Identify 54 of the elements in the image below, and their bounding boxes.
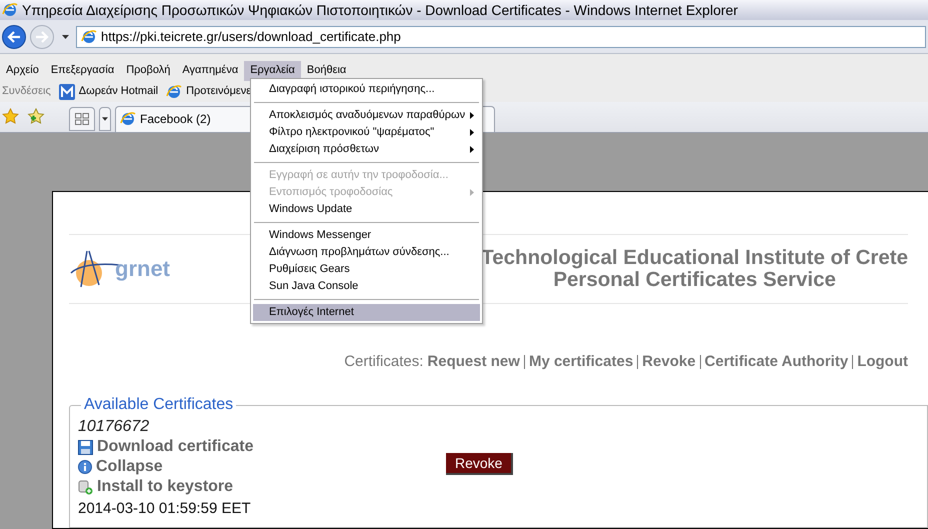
browser-icon [166,84,182,100]
nav-link[interactable]: Certificate Authority [704,350,848,374]
nav-link[interactable]: Revoke [642,350,696,374]
service-heading: Personal Certificates Service [553,268,836,291]
quick-tabs-button[interactable] [69,106,95,131]
menu-item[interactable]: Διαχείριση πρόσθετων [253,141,480,158]
browser-icon [2,2,18,18]
menu-item[interactable]: Διαγραφή ιστορικού περιήγησης... [253,81,480,98]
certificate-action-link[interactable]: Install to keystore [78,477,446,498]
favorite-link[interactable]: Δωρεάν Hotmail [58,83,158,100]
certificate-action-link[interactable]: Download certificate [78,437,446,458]
revoke-button[interactable]: Revoke [446,453,514,476]
database-add-icon [78,480,93,495]
menu-item[interactable]: Αποκλεισμός αναδυόμενων παραθύρων [253,107,480,124]
caret-icon [102,116,108,121]
certificate-action-link[interactable]: Collapse [78,457,446,478]
window-title: Υπηρεσία Διαχείρισης Προσωπικών Ψηφιακών Πιστοποιητικών - Download Certificates - Windows Internet Explorer [22,0,738,20]
logo-text: grnet [115,255,170,284]
menu-bar-item[interactable]: Αγαπημένα [176,60,244,81]
menu-item[interactable]: Διάγνωση προβλημάτων σύνδεσης... [253,244,480,261]
forward-arrow-icon [35,30,49,43]
info-icon [78,460,92,474]
certificate-id: 10176672 [78,417,150,438]
menu-item[interactable]: Windows Messenger [253,227,480,244]
menu-bar-item[interactable]: Εργαλεία [244,60,301,81]
nav-label: Certificates: [344,352,424,372]
links-label: Συνδέσεις [2,84,51,100]
favorites-star-icon[interactable] [2,108,19,126]
tab-list-button[interactable] [99,106,111,131]
nav-link[interactable]: My certificates [528,350,634,374]
menu-bar-item[interactable]: Επεξεργασία [44,60,120,81]
menu-item[interactable]: Sun Java Console [253,278,480,295]
menu-item[interactable]: Φίλτρο ηλεκτρονικού "ψαρέματος" [253,124,480,141]
back-button[interactable] [2,24,26,49]
menu-bar-item[interactable]: Βοήθεια [300,60,352,81]
menu-item[interactable]: Ρυθμίσεις Gears [253,261,480,278]
address-field[interactable]: https://pki.teicrete.gr/users/download_certificate.php [76,26,926,48]
menu-item[interactable]: Επιλογές Internet [253,304,480,321]
menu-item[interactable]: Windows Update [253,201,480,218]
nav-link[interactable]: Logout [857,350,908,374]
menu-bar-item[interactable]: Προβολή [120,60,176,81]
browser-icon [81,28,97,45]
caret-icon [62,34,68,39]
mail-logo-icon [58,84,75,100]
menu-bar-item[interactable]: Αρχείο [0,60,45,81]
service-heading: Technological Educational Institute of Crete [481,246,908,269]
back-arrow-icon [7,30,21,43]
grid-icon [75,112,89,125]
browser-icon [120,111,136,128]
panel-legend: Available Certificates [81,393,236,418]
add-favorite-icon[interactable] [27,108,45,126]
certificate-date: 2014-03-10 01:59:59 EET [78,499,252,520]
nav-link[interactable]: Request new [427,350,520,374]
favorite-link[interactable]: Προτεινόμενε [166,83,252,100]
